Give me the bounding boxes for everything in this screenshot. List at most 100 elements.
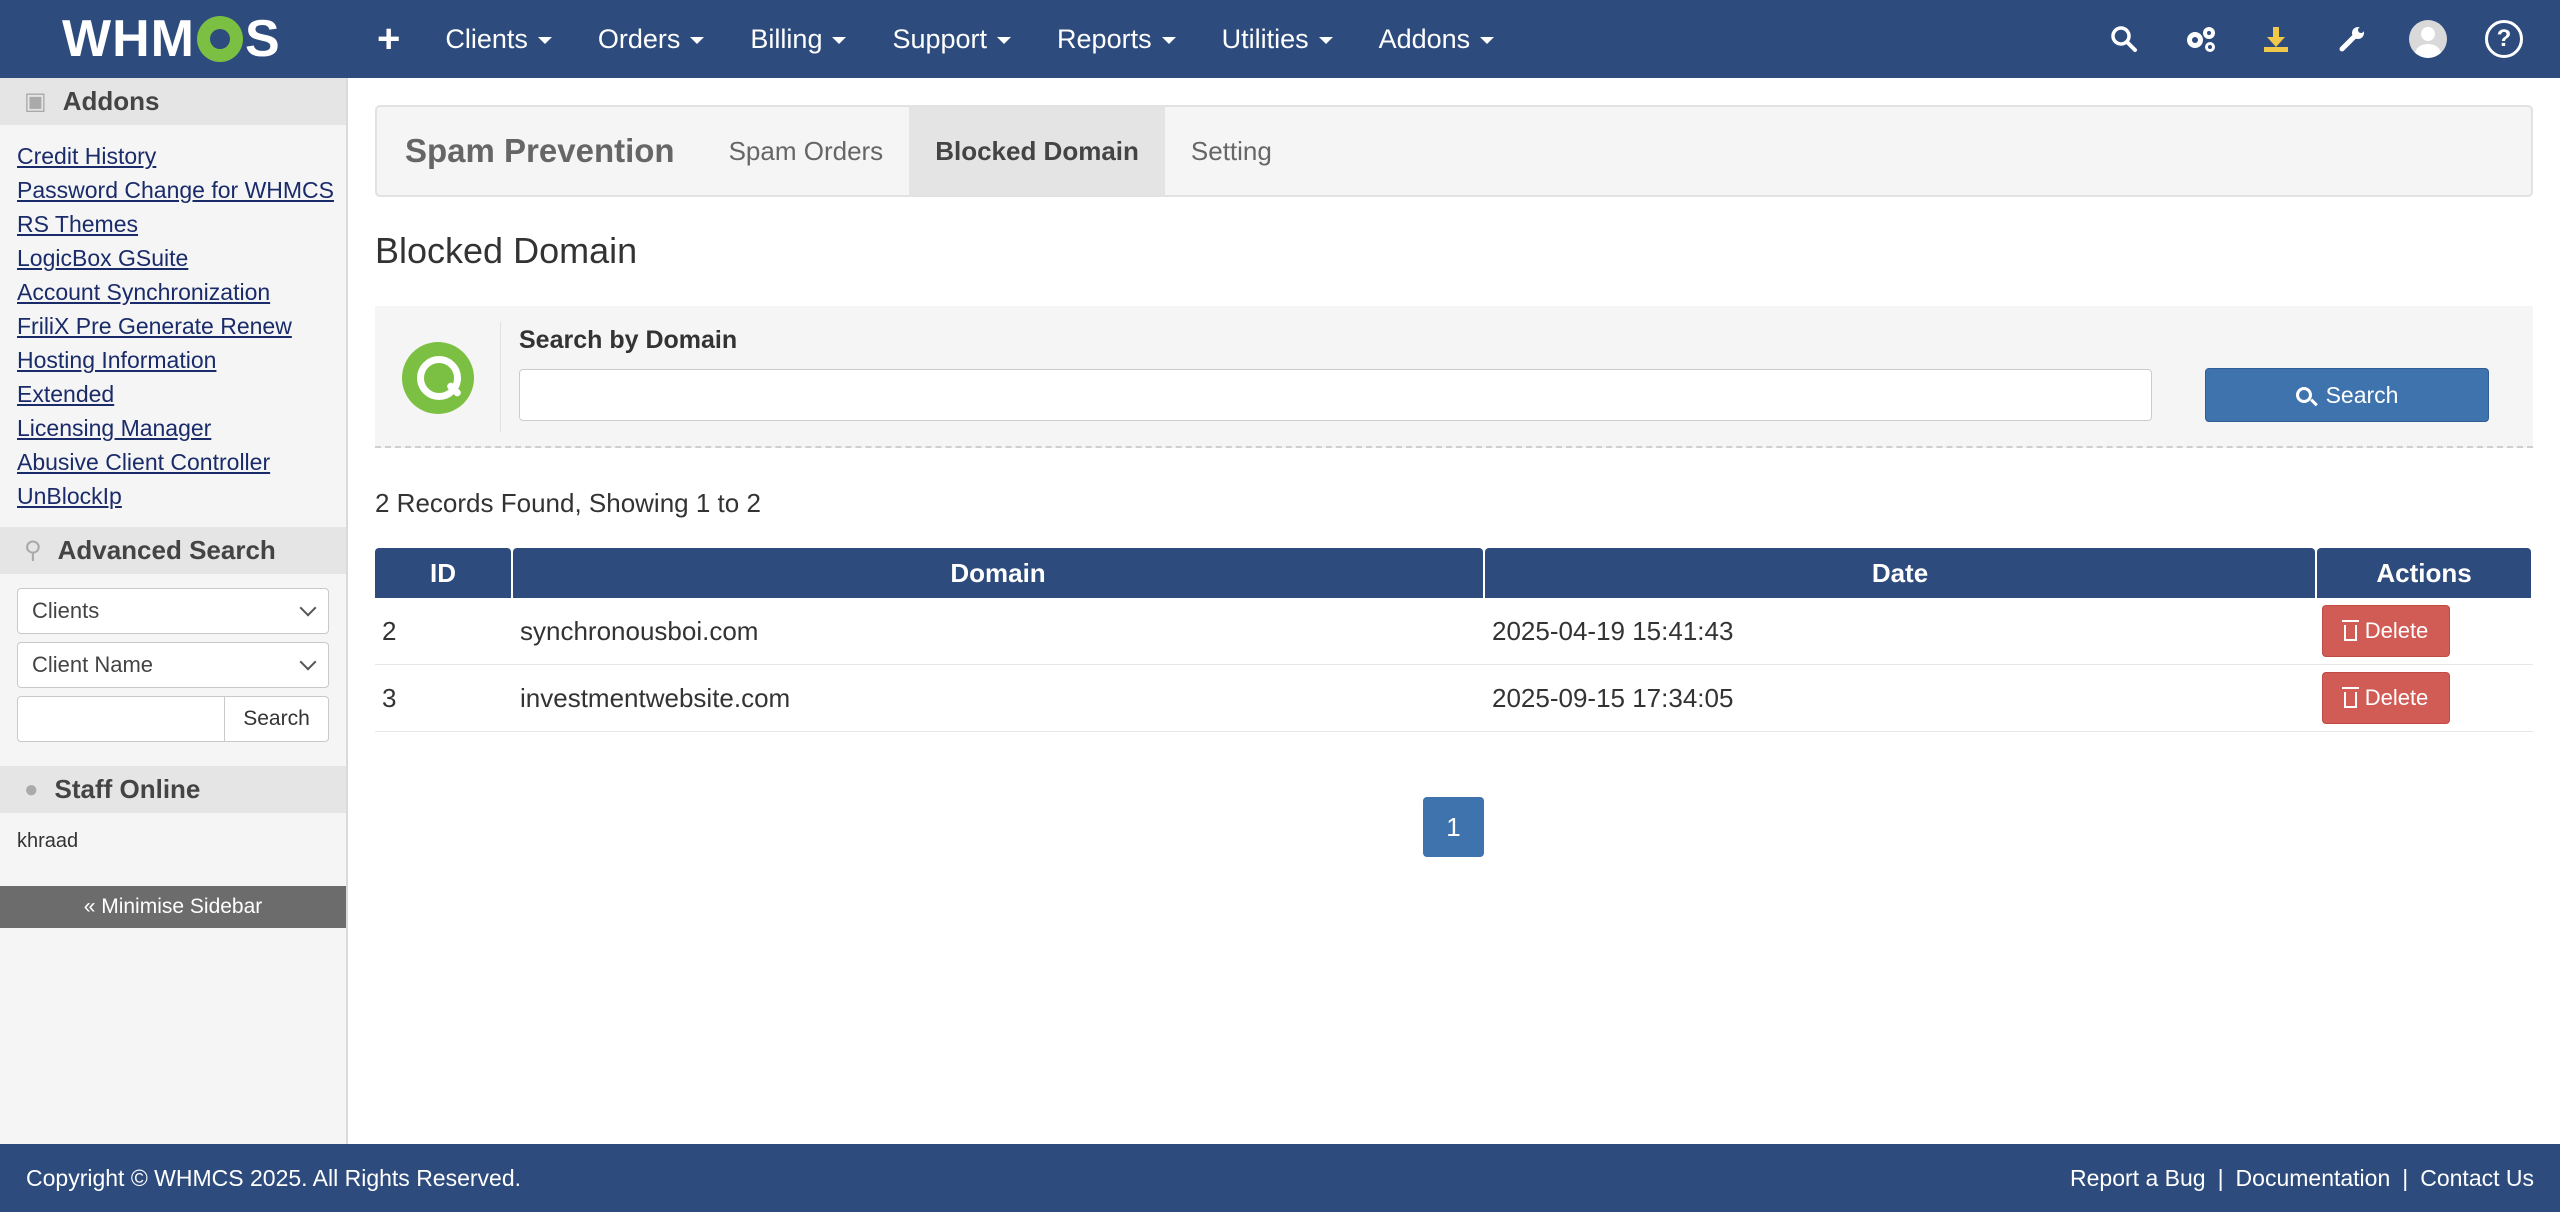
delete-button[interactable]: Delete <box>2322 672 2450 724</box>
cell-id: 3 <box>382 682 397 713</box>
column-actions: Actions <box>2317 548 2531 598</box>
cell-domain: investmentwebsite.com <box>520 682 791 713</box>
chevron-down-icon <box>299 599 317 617</box>
help-button[interactable]: ? <box>2466 0 2542 78</box>
trash-icon <box>2341 620 2359 641</box>
search-type-select[interactable]: Clients <box>17 588 329 634</box>
sidebar-advanced-search-title: Advanced Search <box>57 535 276 565</box>
nav-label: Addons <box>1378 23 1471 54</box>
help-icon: ? <box>2485 20 2523 58</box>
delete-label: Delete <box>2364 618 2429 643</box>
table-row: 3 investmentwebsite.com 2025-09-15 17:34… <box>375 665 2533 732</box>
cell-date: 2025-04-19 15:41:43 <box>1492 615 1734 646</box>
whmcs-logo[interactable]: WHM S <box>62 10 281 68</box>
delete-button[interactable]: Delete <box>2322 605 2450 657</box>
wrench-icon[interactable] <box>2314 0 2390 78</box>
column-id[interactable]: ID <box>375 548 511 598</box>
domain-search-button[interactable]: Search <box>2205 368 2489 422</box>
table-row: 2 synchronousboi.com 2025-04-19 15:41:43… <box>375 598 2533 665</box>
caret-down-icon <box>997 37 1012 44</box>
footer-link-documentation[interactable]: Documentation <box>2236 1165 2391 1192</box>
delete-label: Delete <box>2364 685 2429 710</box>
nav-label: Billing <box>750 23 823 54</box>
chevron-down-icon <box>299 653 317 671</box>
minimise-sidebar-button[interactable]: « Minimise Sidebar <box>0 886 346 928</box>
addon-links: Credit History Password Change for WHMCS… <box>0 125 346 527</box>
addon-link-abusive-client[interactable]: Abusive Client Controller <box>17 445 346 479</box>
binoculars-icon: ⚲ <box>24 537 42 564</box>
sidebar-search-input[interactable] <box>17 696 225 742</box>
nav-item-clients[interactable]: Clients <box>422 0 575 78</box>
domain-search-input[interactable] <box>519 369 2152 421</box>
nav-item-orders[interactable]: Orders <box>575 0 728 78</box>
nav-label: Orders <box>597 23 681 54</box>
logo-gear-icon <box>196 16 243 62</box>
addon-link-credit-history[interactable]: Credit History <box>17 139 346 173</box>
nav-item-support[interactable]: Support <box>869 0 1034 78</box>
module-title: Spam Prevention <box>405 132 675 169</box>
user-menu[interactable] <box>2390 0 2466 78</box>
table-header: ID Domain Date Actions <box>375 548 2533 598</box>
page-title: Blocked Domain <box>375 230 638 271</box>
addon-link-unblockip[interactable]: UnBlockIp <box>17 479 346 513</box>
addon-link-hosting-info[interactable]: Hosting Information Extended <box>17 343 237 411</box>
addon-link-licensing-manager[interactable]: Licensing Manager <box>17 411 346 445</box>
nav-right-icons: ? <box>2086 0 2542 78</box>
search-button-label: Search <box>2325 381 2399 408</box>
sidebar-advanced-search-header: ⚲ Advanced Search <box>0 527 346 574</box>
cell-domain: synchronousboi.com <box>520 615 759 646</box>
caret-down-icon <box>832 37 847 44</box>
nav-label: Support <box>892 23 988 54</box>
sidebar-staff-title: Staff Online <box>54 774 201 804</box>
cell-id: 2 <box>382 615 397 646</box>
magnifier-logo-icon <box>402 342 474 414</box>
download-icon[interactable] <box>2238 0 2314 78</box>
footer-link-report-bug[interactable]: Report a Bug <box>2070 1165 2206 1192</box>
footer-separator: | <box>2217 1164 2224 1191</box>
search-icon[interactable] <box>2086 0 2162 78</box>
nav-item-utilities[interactable]: Utilities <box>1199 0 1356 78</box>
sidebar-staff-header: ● Staff Online <box>0 766 346 813</box>
nav-item-addons[interactable]: Addons <box>1356 0 1518 78</box>
domain-search-panel: Search by Domain Search <box>375 306 2533 448</box>
trash-icon <box>2341 687 2359 708</box>
cell-actions: Delete <box>2317 598 2531 664</box>
addon-link-password-change[interactable]: Password Change for WHMCS <box>17 173 346 207</box>
nav-label: Clients <box>445 23 528 54</box>
cell-date: 2025-09-15 17:34:05 <box>1492 682 1734 713</box>
sidebar-addons-title: Addons <box>62 86 160 116</box>
nav-item-reports[interactable]: Reports <box>1034 0 1199 78</box>
footer-link-contact[interactable]: Contact Us <box>2420 1165 2534 1192</box>
addon-link-logicbox-gsuite[interactable]: LogicBox GSuite <box>17 241 346 275</box>
caret-down-icon <box>690 37 705 44</box>
column-date[interactable]: Date <box>1485 548 2315 598</box>
footer: Copyright © WHMCS 2025. All Rights Reser… <box>0 1144 2560 1212</box>
tab-spam-orders[interactable]: Spam Orders <box>703 107 910 195</box>
blocked-domains-table: ID Domain Date Actions 2 synchronousboi.… <box>375 548 2533 732</box>
footer-copyright: Copyright © WHMCS 2025. All Rights Reser… <box>26 1164 522 1191</box>
tab-setting[interactable]: Setting <box>1165 107 1298 195</box>
cell-actions: Delete <box>2317 665 2531 731</box>
addon-link-frilix[interactable]: FriliX Pre Generate Renew <box>17 309 346 343</box>
pagination-page-1[interactable]: 1 <box>1423 797 1484 857</box>
logo-text-right: S <box>244 10 281 68</box>
module-tabs: Spam Prevention Spam Orders Blocked Doma… <box>375 105 2533 197</box>
nav-add-button[interactable]: + <box>355 0 422 78</box>
users-icon: ● <box>24 775 39 803</box>
nav-item-billing[interactable]: Billing <box>727 0 869 78</box>
tab-blocked-domain[interactable]: Blocked Domain <box>909 107 1165 195</box>
column-domain[interactable]: Domain <box>513 548 1483 598</box>
sidebar-search-button[interactable]: Search <box>225 696 329 742</box>
search-icon <box>2295 387 2312 403</box>
addon-link-rs-themes[interactable]: RS Themes <box>17 207 346 241</box>
sidebar-search-group: Search <box>17 696 329 742</box>
sidebar: ▣ Addons Credit History Password Change … <box>0 78 348 1144</box>
search-field-select[interactable]: Client Name <box>17 642 329 688</box>
footer-links: Report a Bug | Documentation | Contact U… <box>2070 1165 2534 1192</box>
cogs-icon[interactable] <box>2162 0 2238 78</box>
cube-icon: ▣ <box>24 88 47 115</box>
main-nav: + Clients Orders Billing Support Reports… <box>355 0 1517 78</box>
top-navbar: WHM S + Clients Orders Billing Support R… <box>0 0 2560 78</box>
addon-link-account-sync[interactable]: Account Synchronization <box>17 275 346 309</box>
sidebar-addons-header: ▣ Addons <box>0 78 346 125</box>
